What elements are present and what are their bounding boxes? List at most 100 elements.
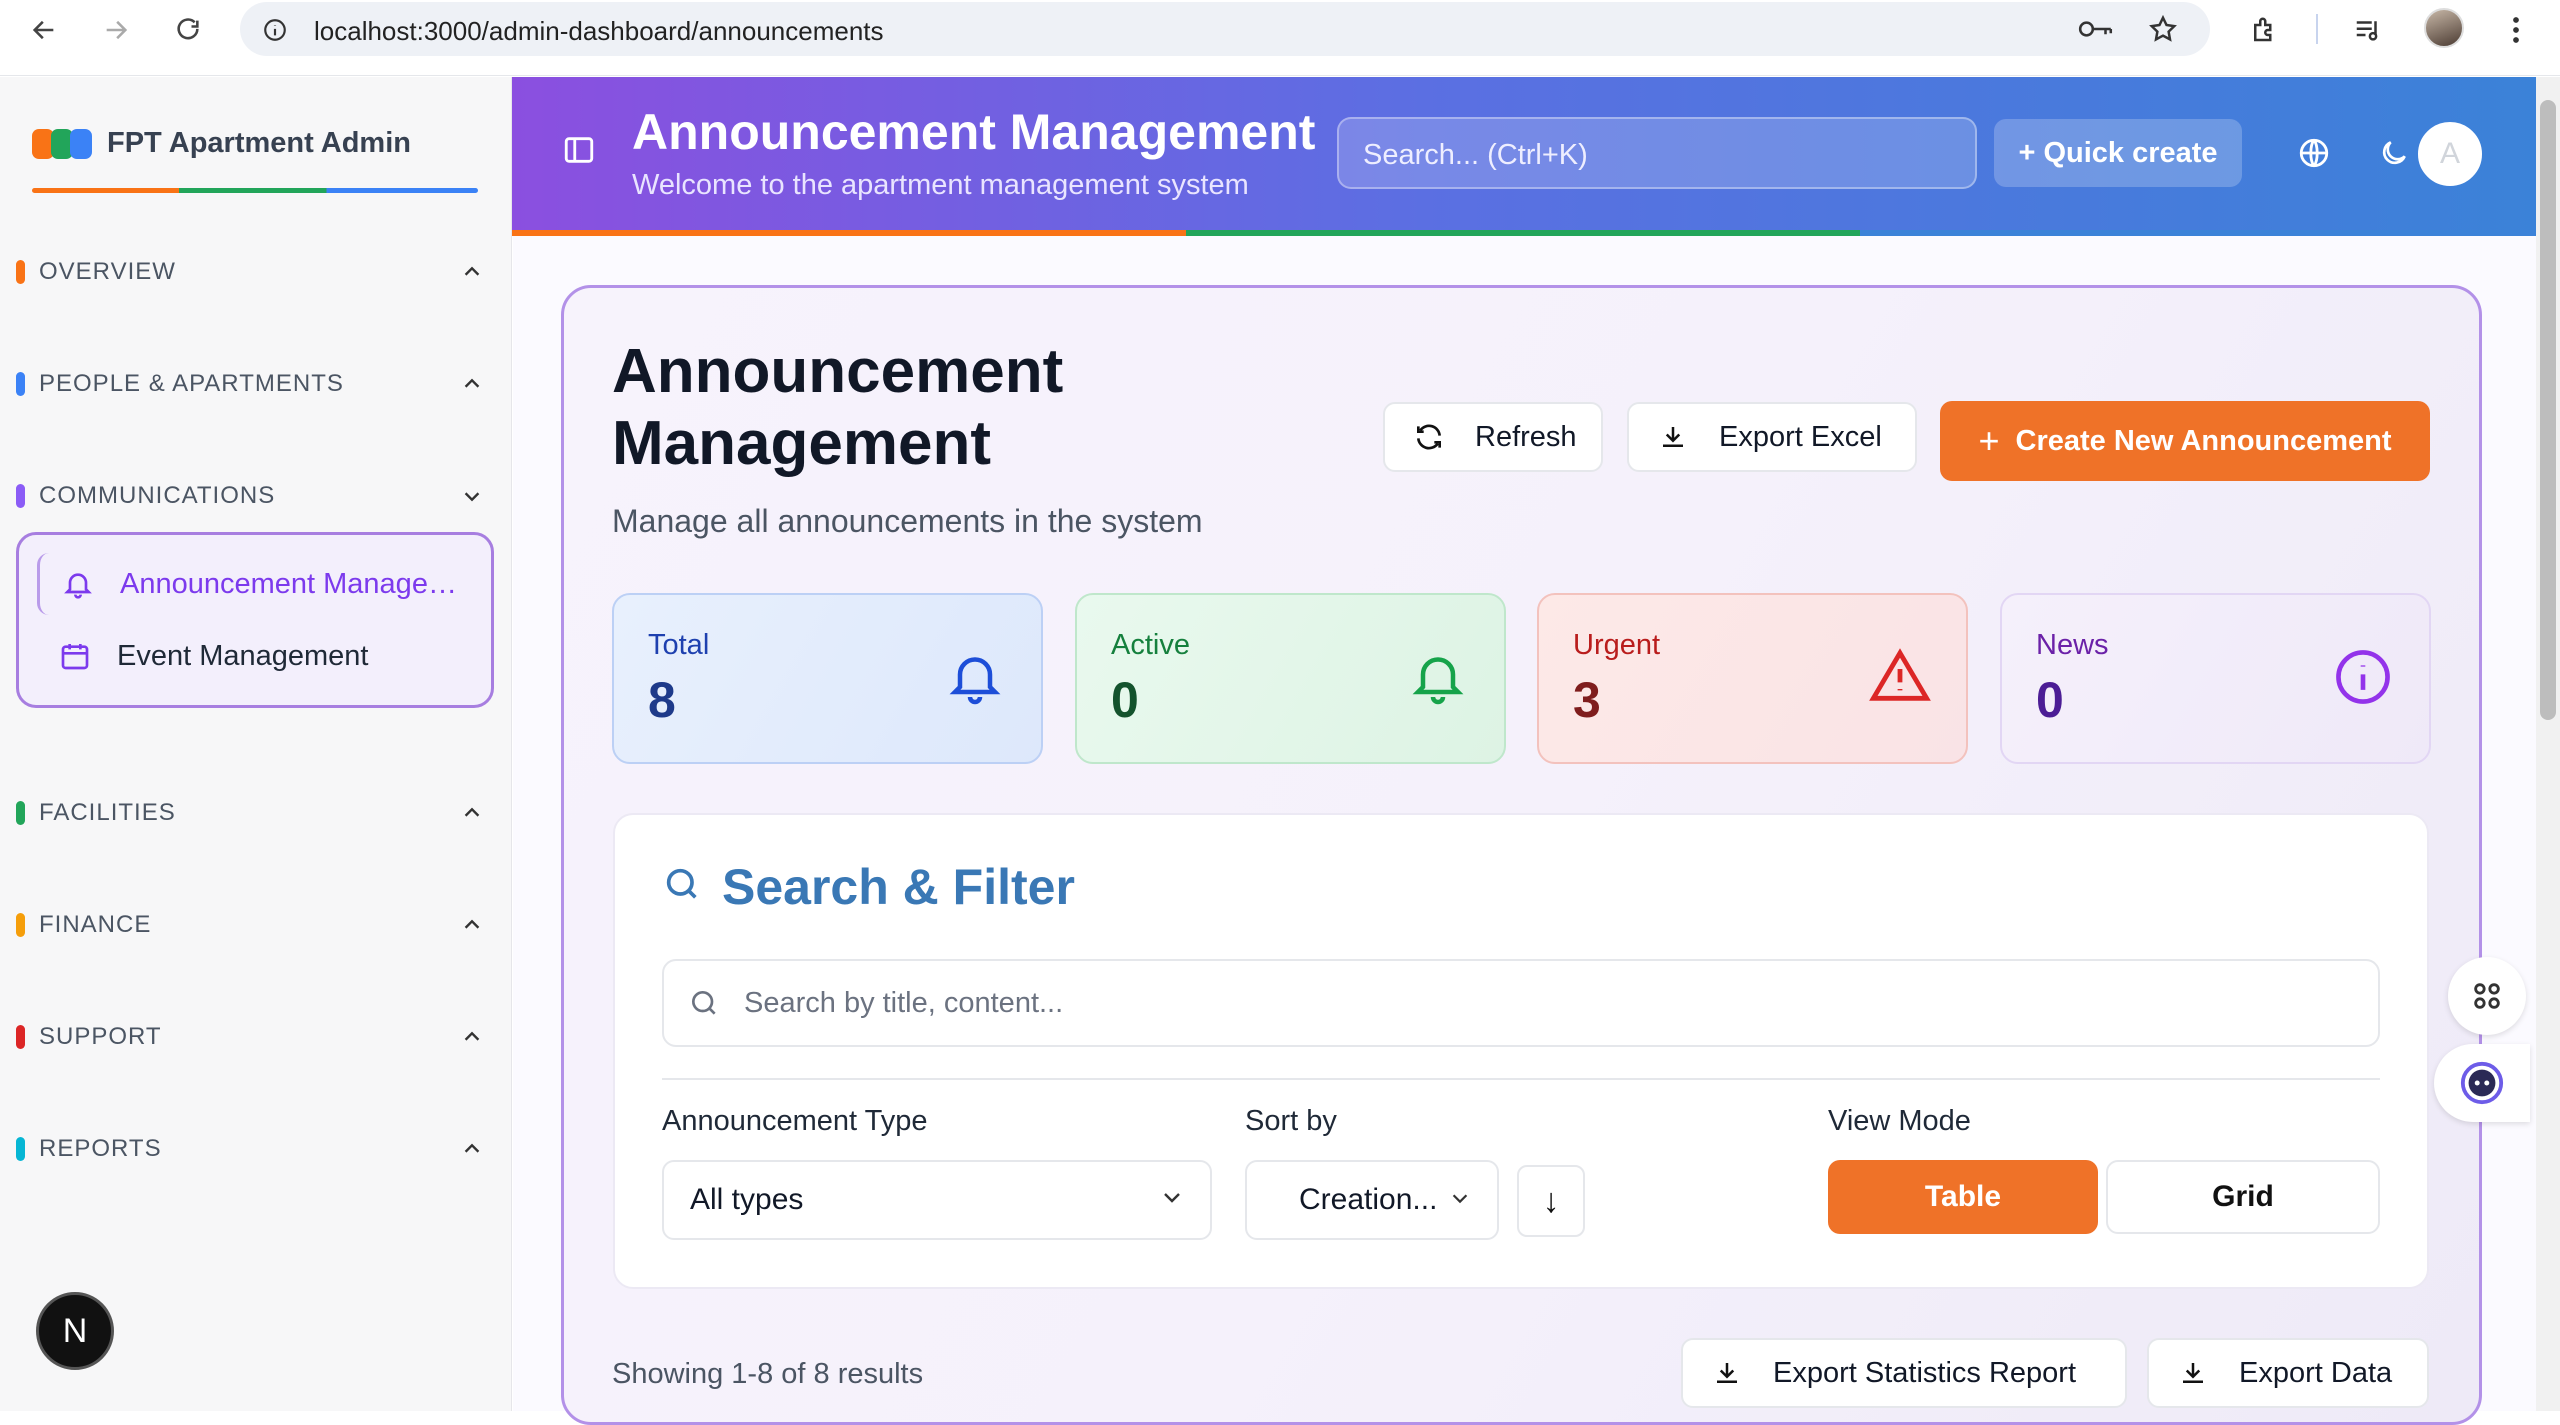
sidebar-item-label: Event Management	[117, 639, 369, 672]
sidebar-item-label: Announcement Management	[120, 567, 460, 600]
user-avatar[interactable]: A	[2418, 122, 2482, 186]
search-icon	[662, 858, 702, 916]
bookmark-star-icon[interactable]	[2148, 14, 2178, 49]
export-statistics-button[interactable]: Export Statistics Report	[1681, 1338, 2127, 1408]
sort-direction-button[interactable]: ↓	[1517, 1165, 1585, 1237]
filter-title-text: Search & Filter	[722, 859, 1075, 915]
forward-icon[interactable]	[96, 10, 136, 50]
create-label: Create New Announcement	[2015, 424, 2392, 457]
export-excel-label: Export Excel	[1719, 420, 1882, 453]
results-count: Showing 1-8 of 8 results	[612, 1358, 924, 1390]
extensions-icon[interactable]	[2244, 10, 2284, 50]
url-text[interactable]: localhost:3000/admin-dashboard/announcem…	[314, 16, 884, 47]
create-announcement-button[interactable]: + Create New Announcement	[1940, 401, 2430, 481]
refresh-icon	[1411, 419, 1447, 455]
filter-divider	[662, 1078, 2380, 1080]
download-icon	[2175, 1355, 2211, 1391]
view-table-button[interactable]: Table	[1828, 1160, 2098, 1234]
sidebar-section-communications[interactable]: COMMUNICATIONS	[16, 476, 486, 516]
chevron-down-icon	[1449, 1183, 1471, 1217]
stat-card-urgent: Urgent 3	[1537, 593, 1968, 764]
refresh-button[interactable]: Refresh	[1383, 402, 1603, 472]
search-icon	[688, 987, 720, 1024]
brand-logo-icon	[32, 128, 92, 159]
apps-widget-icon[interactable]	[2448, 957, 2526, 1035]
site-info-icon[interactable]	[262, 17, 288, 48]
profile-avatar[interactable]	[2424, 8, 2464, 48]
key-icon[interactable]	[2077, 16, 2115, 47]
header-title: Announcement Management	[632, 104, 1316, 160]
export-data-button[interactable]: Export Data	[2147, 1338, 2429, 1408]
download-icon	[1655, 419, 1691, 455]
page-title: Announcement Management	[612, 337, 1064, 478]
section-label: COMMUNICATIONS	[39, 482, 276, 509]
sidebar-item-announcement-management[interactable]: Announcement Management	[37, 553, 477, 615]
chevron-down-icon	[458, 482, 486, 510]
nextjs-dev-badge[interactable]: N	[36, 1292, 114, 1370]
section-label: FACILITIES	[39, 799, 176, 826]
chevron-up-icon	[458, 1023, 486, 1051]
brand[interactable]: FPT Apartment Admin	[32, 127, 411, 160]
export-excel-button[interactable]: Export Excel	[1627, 402, 1917, 472]
stat-card-total: Total 8	[612, 593, 1043, 764]
stat-value: 8	[648, 672, 676, 728]
announcement-search-input[interactable]: Search by title, content...	[662, 959, 2380, 1047]
assistant-widget-icon[interactable]	[2434, 1044, 2530, 1122]
info-icon	[2331, 645, 2395, 709]
type-label: Announcement Type	[662, 1105, 928, 1137]
stat-label: Urgent	[1573, 629, 1661, 661]
more-menu-icon[interactable]	[2496, 10, 2536, 50]
sidebar-section-finance[interactable]: FINANCE	[16, 905, 486, 945]
moon-icon[interactable]	[2372, 131, 2416, 175]
section-dot	[16, 913, 25, 937]
section-dot	[16, 1025, 25, 1049]
sidebar-section-people-apartments[interactable]: PEOPLE & APARTMENTS	[16, 364, 486, 404]
brand-divider	[32, 188, 478, 193]
stat-value: 0	[2036, 672, 2064, 728]
stat-label: Total	[648, 629, 710, 661]
reload-icon[interactable]	[168, 10, 208, 50]
sidebar-section-reports[interactable]: REPORTS	[16, 1129, 486, 1169]
sidebar-toggle-icon[interactable]	[562, 133, 596, 172]
chevron-up-icon	[458, 258, 486, 286]
scrollbar-thumb[interactable]	[2540, 100, 2556, 720]
communications-submenu: Announcement Management Event Management	[16, 532, 494, 708]
global-search-input[interactable]: Search... (Ctrl+K)	[1337, 117, 1977, 189]
section-label: REPORTS	[39, 1135, 162, 1162]
stat-card-active: Active 0	[1075, 593, 1506, 764]
sort-select-value: Creation...	[1299, 1183, 1438, 1216]
back-icon[interactable]	[24, 10, 64, 50]
sort-select[interactable]: Creation...	[1245, 1160, 1499, 1240]
sidebar-section-support[interactable]: SUPPORT	[16, 1017, 486, 1057]
sort-label: Sort by	[1245, 1105, 1337, 1137]
toolbar-divider	[2316, 14, 2318, 44]
media-controls-icon[interactable]	[2348, 10, 2388, 50]
bell-icon	[58, 564, 98, 604]
sidebar-section-overview[interactable]: OVERVIEW	[16, 252, 486, 292]
stat-value: 3	[1573, 672, 1601, 728]
bell-icon	[1406, 645, 1470, 709]
type-select[interactable]: All types	[662, 1160, 1212, 1240]
export-statistics-label: Export Statistics Report	[1773, 1356, 2076, 1389]
sidebar-section-facilities[interactable]: FACILITIES	[16, 793, 486, 833]
chevron-up-icon	[458, 911, 486, 939]
browser-chrome: localhost:3000/admin-dashboard/announcem…	[0, 0, 2560, 76]
section-label: OVERVIEW	[39, 258, 176, 285]
address-bar[interactable]: localhost:3000/admin-dashboard/announcem…	[240, 2, 2210, 56]
stat-value: 0	[1111, 672, 1139, 728]
view-grid-button[interactable]: Grid	[2106, 1160, 2380, 1234]
globe-icon[interactable]	[2292, 131, 2336, 175]
sidebar-item-event-management[interactable]: Event Management	[37, 625, 477, 687]
section-dot	[16, 260, 25, 284]
warning-icon	[1868, 645, 1932, 709]
section-label: PEOPLE & APARTMENTS	[39, 370, 344, 397]
search-placeholder: Search by title, content...	[744, 987, 1064, 1019]
stat-label: Active	[1111, 629, 1190, 661]
type-select-value: All types	[690, 1183, 804, 1216]
export-data-label: Export Data	[2239, 1356, 2393, 1389]
quick-create-button[interactable]: + Quick create	[1994, 119, 2242, 187]
calendar-icon	[55, 636, 95, 676]
chevron-up-icon	[458, 1135, 486, 1163]
chevron-up-icon	[458, 370, 486, 398]
filter-title: Search & Filter	[662, 858, 1075, 916]
